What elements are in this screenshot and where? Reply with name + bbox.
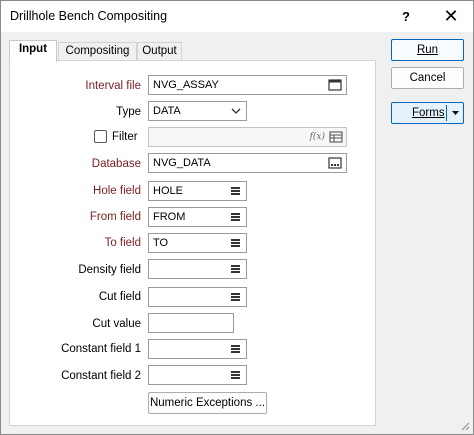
hole-field-label: Hole field — [93, 185, 141, 197]
forms-button[interactable]: Forms — [391, 102, 464, 124]
list-icon[interactable] — [231, 345, 240, 353]
from-field-input[interactable]: FROM — [148, 207, 247, 227]
cut-field-label: Cut field — [98, 291, 141, 303]
filter-label: Filter — [112, 131, 138, 143]
title-bar: Drillhole Bench Compositing ? ✕ — [1, 1, 473, 32]
interval-file-label: Interval file — [85, 80, 141, 92]
dialog-window: Drillhole Bench Compositing ? ✕ Input Co… — [0, 0, 474, 435]
chevron-down-icon — [231, 108, 241, 114]
to-field-input[interactable]: TO — [148, 233, 247, 253]
list-icon[interactable] — [231, 213, 240, 221]
list-icon[interactable] — [231, 265, 240, 273]
run-button[interactable]: Run — [391, 39, 464, 61]
database-input[interactable]: NVG_DATA — [148, 153, 347, 173]
type-label: Type — [116, 106, 141, 118]
expression-editor-icon[interactable] — [329, 130, 343, 144]
window-title: Drillhole Bench Compositing — [10, 9, 168, 23]
resize-grip-icon[interactable] — [460, 421, 470, 431]
dropdown-arrow-icon[interactable] — [451, 109, 460, 117]
filter-checkbox[interactable] — [94, 130, 107, 143]
density-field-label: Density field — [78, 264, 141, 276]
constant-field-2-label: Constant field 2 — [61, 370, 141, 382]
to-field-label: To field — [104, 237, 141, 249]
fx-icon[interactable]: f(x) — [310, 128, 325, 146]
list-icon[interactable] — [231, 239, 240, 247]
hole-field-input[interactable]: HOLE — [148, 181, 247, 201]
database-label: Database — [91, 158, 141, 170]
input-panel: Interval file NVG_ASSAY Type DATA Filter… — [9, 60, 376, 426]
from-field-label: From field — [89, 211, 141, 223]
cancel-button[interactable]: Cancel — [391, 67, 464, 89]
tab-compositing[interactable]: Compositing — [58, 42, 137, 61]
help-button[interactable]: ? — [391, 1, 421, 32]
list-icon[interactable] — [231, 293, 240, 301]
constant-field-1-label: Constant field 1 — [61, 343, 141, 355]
cut-value-input[interactable] — [148, 313, 234, 333]
cut-value-label: Cut value — [92, 318, 141, 330]
cut-field-input[interactable] — [148, 287, 247, 307]
constant-field-1-input[interactable] — [148, 339, 247, 359]
filter-input[interactable]: f(x) — [148, 127, 347, 147]
file-browse-icon[interactable] — [328, 78, 342, 92]
list-icon[interactable] — [231, 371, 240, 379]
forms-divider — [446, 105, 447, 121]
interval-file-input[interactable]: NVG_ASSAY — [148, 75, 347, 95]
database-browse-icon[interactable] — [328, 156, 342, 170]
constant-field-2-input[interactable] — [148, 365, 247, 385]
type-select[interactable]: DATA — [148, 101, 247, 121]
tab-input[interactable]: Input — [9, 40, 57, 62]
close-button[interactable]: ✕ — [429, 1, 473, 32]
tab-output[interactable]: Output — [137, 42, 182, 61]
list-icon[interactable] — [231, 187, 240, 195]
numeric-exceptions-button[interactable]: Numeric Exceptions ... — [148, 392, 267, 414]
density-field-input[interactable] — [148, 259, 247, 279]
